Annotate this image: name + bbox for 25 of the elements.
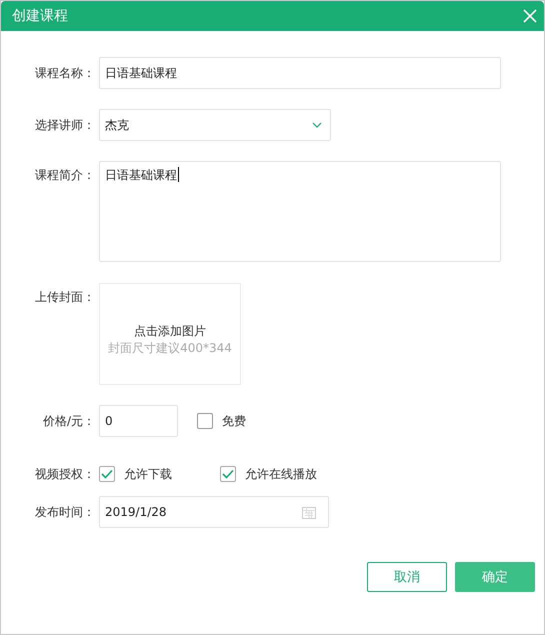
- date-field[interactable]: 2019/1/28: [99, 496, 329, 528]
- checkbox[interactable]: [197, 413, 213, 429]
- checkbox[interactable]: [220, 466, 236, 482]
- checkbox-label: 允许在线播放: [245, 466, 317, 482]
- checkbox[interactable]: [99, 466, 115, 482]
- window-title: 创建课程: [12, 7, 68, 25]
- teacher-dropdown[interactable]: 杰克: [99, 109, 331, 141]
- field-label: 发布时间：: [34, 504, 96, 520]
- upload-label: 点击添加图片: [134, 323, 206, 340]
- close-icon[interactable]: [523, 9, 537, 23]
- field-label: 价格/元：: [42, 412, 96, 430]
- calendar-icon: [302, 506, 316, 518]
- price-field[interactable]: 0: [99, 405, 178, 437]
- field-label: 课程名称：: [34, 64, 96, 82]
- course-name-field[interactable]: 日语基础课程: [99, 57, 501, 89]
- checkbox-label: 允许下载: [124, 466, 172, 482]
- description-field[interactable]: 日语基础课程: [99, 161, 501, 262]
- checkbox-label: 免费: [222, 412, 246, 430]
- chevron-down-icon: [312, 122, 322, 128]
- upload-area[interactable]: 点击添加图片 封面尺寸建议400*344: [99, 283, 241, 385]
- field-label: 上传封面：: [34, 289, 96, 306]
- field-label: 课程简介：: [34, 167, 96, 184]
- field-label: 视频授权：: [34, 466, 96, 482]
- field-label: 选择讲师：: [34, 116, 96, 134]
- upload-hint: 封面尺寸建议400*344: [108, 340, 232, 357]
